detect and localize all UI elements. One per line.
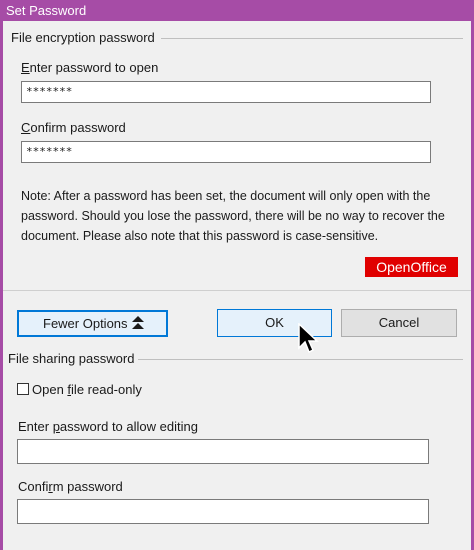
confirm-edit-label-post: m password — [52, 479, 123, 494]
edit-password-label: Enter password to allow editing — [18, 419, 198, 434]
open-password-accesskey: E — [21, 60, 30, 75]
sharing-section-rule — [138, 359, 463, 360]
open-password-label-text: nter password to open — [29, 60, 159, 75]
window-title: Set Password — [6, 3, 87, 18]
edit-accesskey: p — [52, 419, 60, 434]
encryption-section-title: File encryption password — [11, 30, 155, 45]
collapse-up-icon — [132, 316, 144, 329]
options-divider — [3, 290, 471, 291]
readonly-checkbox[interactable] — [17, 383, 29, 395]
confirm-edit-password-label: Confirm password — [18, 479, 123, 494]
password-note: Note: After a password has been set, the… — [21, 189, 445, 243]
readonly-label-post: ile read-only — [71, 382, 142, 397]
confirm-open-password-input[interactable]: ******* — [21, 141, 431, 163]
openoffice-logo: OpenOffice — [365, 257, 458, 277]
dialog-body: File encryption password Enter password … — [3, 21, 471, 547]
edit-label-post: assword to allow editing — [59, 419, 198, 434]
encryption-section-rule — [161, 38, 463, 39]
cancel-button[interactable]: Cancel — [341, 309, 457, 337]
confirm-edit-password-input[interactable] — [17, 499, 429, 524]
title-bar[interactable]: Set Password — [0, 0, 474, 21]
open-password-label: Enter password to open — [21, 60, 158, 75]
mouse-pointer-icon — [298, 323, 319, 354]
fewer-options-button[interactable]: Fewer Options — [17, 310, 168, 337]
confirm-edit-label-pre: Confi — [18, 479, 49, 494]
edit-password-input[interactable] — [17, 439, 429, 464]
confirm-open-password-label: Confirm password — [21, 120, 126, 135]
confirm-open-accesskey: C — [21, 120, 31, 135]
readonly-label[interactable]: Open file read-only — [32, 382, 142, 397]
fewer-options-label: Fewer Options — [43, 316, 128, 331]
readonly-label-pre: Open — [32, 382, 68, 397]
confirm-open-label-text: onfirm password — [30, 120, 126, 135]
sharing-section-title: File sharing password — [8, 351, 135, 366]
open-password-input[interactable]: ******* — [21, 81, 431, 103]
edit-label-pre: Enter — [18, 419, 53, 434]
